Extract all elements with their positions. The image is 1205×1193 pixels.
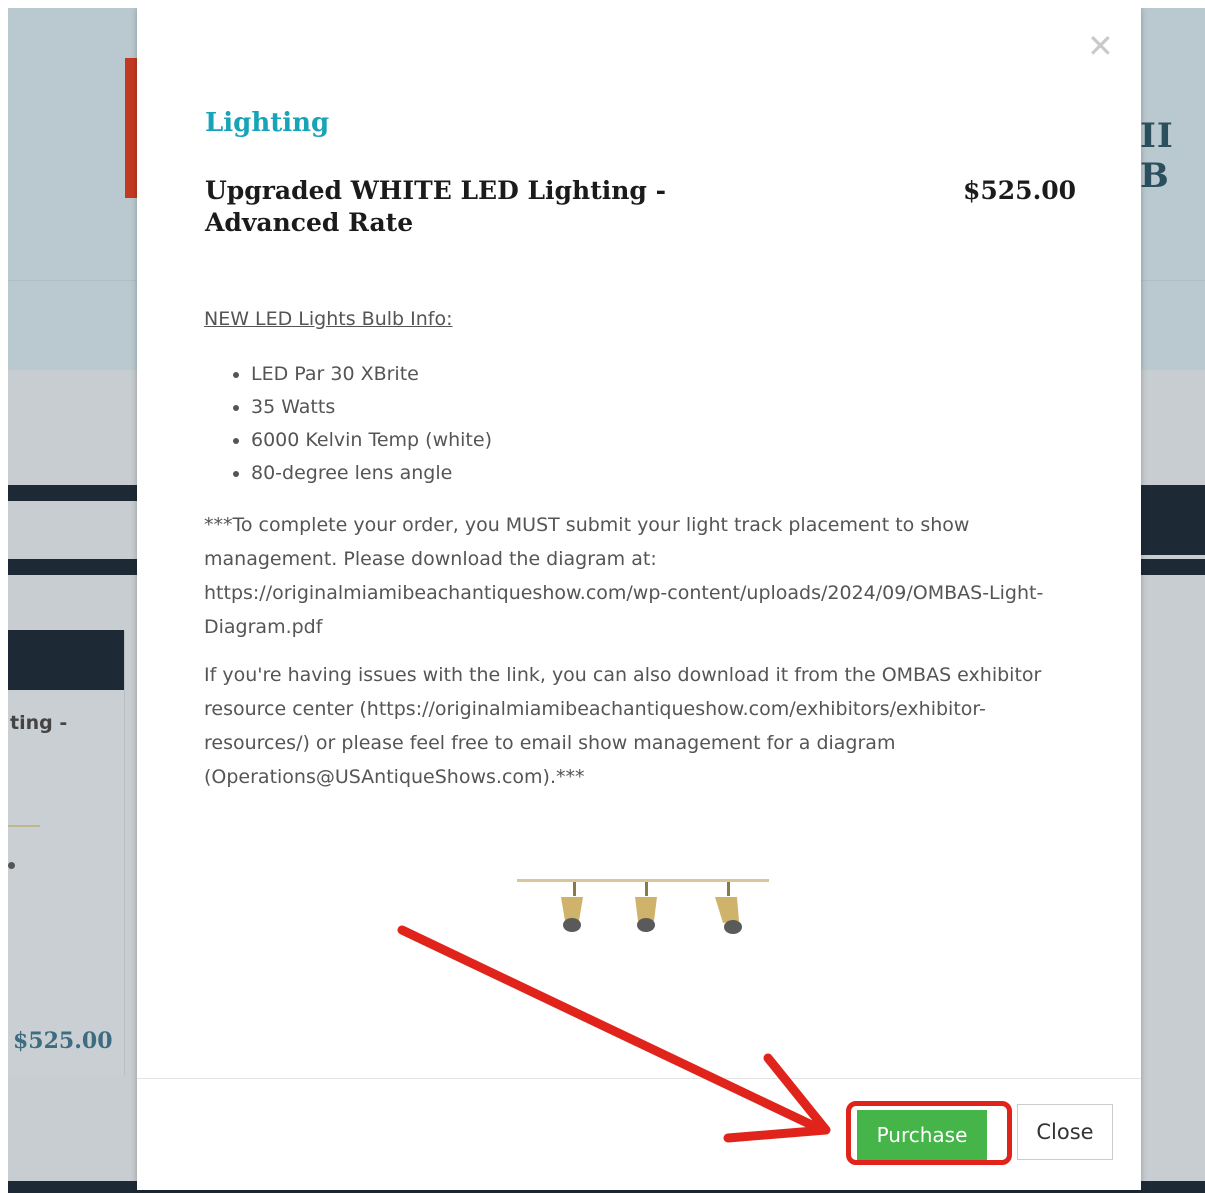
background-page: II B ting - $525.00 ✕ Lighting Upgraded … xyxy=(8,8,1205,1193)
product-title: Upgraded WHITE LED Lighting - Advanced R… xyxy=(205,176,666,237)
bg-product-card: ting - $525.00 xyxy=(8,630,125,1075)
list-item: 80-degree lens angle xyxy=(251,457,492,490)
modal-category: Lighting xyxy=(205,108,330,138)
product-price: $525.00 xyxy=(963,176,1077,205)
modal-footer: Purchase Close xyxy=(137,1078,1141,1191)
list-item: LED Par 30 XBrite xyxy=(251,358,492,391)
close-icon[interactable]: ✕ xyxy=(1087,30,1114,62)
bg-card-price: $525.00 xyxy=(13,1028,113,1054)
bg-card-bullet xyxy=(8,862,15,869)
bg-card-divider xyxy=(8,825,40,827)
bg-section-edge xyxy=(1140,501,1205,555)
bulb-info-heading: NEW LED Lights Bulb Info: xyxy=(204,308,453,330)
list-item: 6000 Kelvin Temp (white) xyxy=(251,424,492,457)
product-modal: ✕ Lighting Upgraded WHITE LED Lighting -… xyxy=(137,8,1141,1190)
bg-brand-text: II B xyxy=(1140,116,1174,196)
list-item: 35 Watts xyxy=(251,391,492,424)
bulb-info-list: LED Par 30 XBrite 35 Watts 6000 Kelvin T… xyxy=(231,358,492,490)
bg-card-title: ting - xyxy=(10,712,68,734)
bg-logo xyxy=(125,58,137,198)
light-track-image xyxy=(517,879,769,934)
scroll-fade xyxy=(204,798,1074,822)
resource-instructions: If you're having issues with the link, y… xyxy=(204,664,1042,788)
annotation-highlight-box xyxy=(846,1101,1012,1165)
order-instructions: ***To complete your order, you MUST subm… xyxy=(204,514,1044,638)
bg-card-header xyxy=(8,630,124,690)
close-button[interactable]: Close xyxy=(1017,1104,1113,1160)
